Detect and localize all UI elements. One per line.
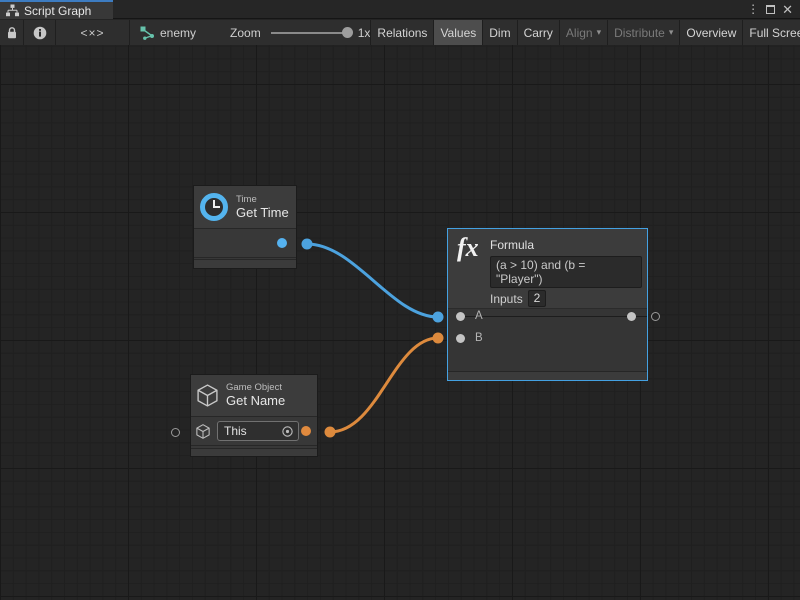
wire-time-to-a[interactable]	[307, 244, 438, 317]
output-port-result-inner[interactable]	[627, 312, 636, 321]
wire-endpoint[interactable]	[433, 333, 444, 344]
window-controls: ⋮ ✕	[747, 0, 800, 18]
zoom-slider-handle[interactable]	[342, 27, 353, 38]
cube-icon	[196, 424, 210, 439]
script-graph-window: Script Graph ⋮ ✕ <×>	[0, 0, 800, 600]
toolbar-separator	[129, 20, 130, 46]
zoom-slider[interactable]	[271, 20, 351, 46]
close-icon[interactable]: ✕	[782, 0, 793, 19]
node-category: Game Object	[226, 382, 285, 393]
zoom-label: Zoom	[230, 26, 261, 40]
tab-title: Script Graph	[24, 4, 91, 18]
node-get-name-body: This	[191, 417, 317, 446]
dim-button[interactable]: Dim	[482, 20, 516, 46]
chevron-down-icon: ▾	[597, 27, 602, 38]
node-footer	[194, 259, 296, 268]
object-picker-icon[interactable]	[281, 425, 294, 438]
value-relation-line	[460, 316, 647, 317]
graph-reference[interactable]: enemy	[140, 26, 196, 40]
wire-endpoint[interactable]	[325, 427, 336, 438]
distribute-dropdown[interactable]: Distribute ▾	[607, 20, 679, 46]
node-get-time-header: Time Get Time	[194, 186, 296, 229]
relations-button[interactable]: Relations	[370, 20, 433, 46]
node-get-name-header: Game Object Get Name	[191, 375, 317, 417]
input-port-target-empty[interactable]	[171, 428, 180, 437]
fullscreen-button[interactable]: Full Screen	[742, 20, 800, 46]
target-object-value: This	[218, 424, 281, 438]
node-get-name[interactable]: Game Object Get Name This	[190, 374, 318, 457]
formula-expression-input[interactable]: (a > 10) and (b = "Player")	[490, 256, 642, 288]
window-menu-icon[interactable]: ⋮	[747, 0, 759, 19]
target-object-field[interactable]: This	[217, 421, 299, 441]
node-category: Time	[236, 194, 289, 205]
input-port-b-label: B	[475, 332, 483, 344]
wire-endpoint[interactable]	[433, 312, 444, 323]
wire-layer	[0, 45, 800, 600]
info-button[interactable]	[24, 20, 55, 46]
input-port-a[interactable]	[456, 312, 465, 321]
toolbar: <×> enemy Zoom 1x Relations Values Dim C…	[0, 20, 800, 46]
clock-icon	[200, 193, 228, 221]
output-port-result-empty[interactable]	[651, 312, 660, 321]
info-icon	[33, 26, 47, 40]
node-title: Get Time	[236, 205, 289, 221]
code-view-button[interactable]: <×>	[56, 20, 129, 46]
carry-button[interactable]: Carry	[517, 20, 559, 46]
tab-script-graph[interactable]: Script Graph	[0, 0, 113, 19]
output-port-name[interactable]	[301, 426, 311, 436]
node-formula[interactable]: fx Formula (a > 10) and (b = "Player") I…	[447, 228, 648, 381]
titlebar: Script Graph ⋮ ✕	[0, 0, 800, 19]
inputs-label: Inputs	[490, 292, 523, 306]
input-port-b[interactable]	[456, 334, 465, 343]
values-button[interactable]: Values	[433, 20, 482, 46]
node-footer	[448, 371, 647, 380]
chevron-down-icon: ▾	[669, 27, 674, 38]
node-title: Formula	[490, 238, 534, 252]
align-dropdown[interactable]: Align ▾	[559, 20, 607, 46]
formula-fx-icon: fx	[457, 233, 489, 263]
lock-icon	[6, 26, 18, 39]
output-port-time[interactable]	[277, 238, 287, 248]
overview-button[interactable]: Overview	[679, 20, 742, 46]
node-title: Get Name	[226, 393, 285, 409]
input-port-a-label: A	[475, 310, 483, 322]
node-get-time[interactable]: Time Get Time	[193, 185, 297, 269]
wire-name-to-b[interactable]	[330, 338, 438, 432]
cube-icon	[197, 384, 218, 407]
node-get-time-body	[194, 229, 296, 258]
graph-canvas[interactable]: Time Get Time Game Object Get Name	[0, 45, 800, 600]
inputs-count-field[interactable]: 2	[528, 290, 546, 307]
zoom-value: 1x	[358, 26, 371, 40]
lock-button[interactable]	[0, 20, 23, 46]
toolbar-button-group: Relations Values Dim Carry Align ▾ Distr…	[370, 20, 800, 46]
zoom-slider-track	[271, 32, 351, 34]
maximize-icon[interactable]	[766, 5, 775, 14]
wire-endpoint[interactable]	[302, 239, 313, 250]
code-icon: <×>	[80, 26, 104, 40]
graph-hierarchy-icon	[6, 4, 19, 17]
node-footer	[191, 448, 317, 456]
node-formula-header: fx Formula (a > 10) and (b = "Player") I…	[448, 229, 647, 309]
visual-script-icon	[140, 26, 155, 40]
graph-name-label: enemy	[160, 26, 196, 40]
